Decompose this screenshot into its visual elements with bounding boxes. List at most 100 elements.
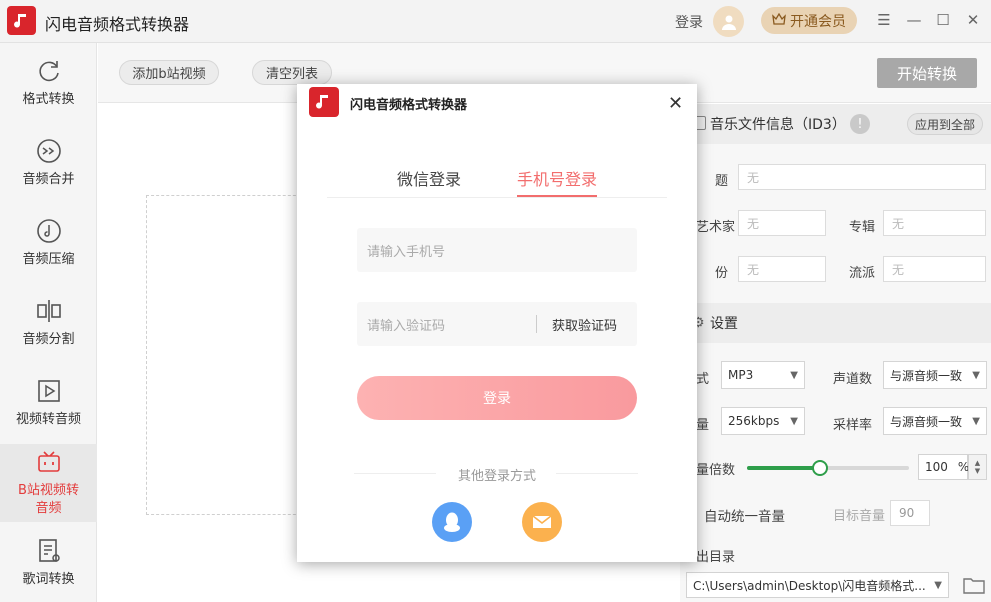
music-disc-icon <box>36 219 61 243</box>
year-field[interactable]: 无 <box>738 256 826 282</box>
menu-icon[interactable]: ☰ <box>875 11 893 29</box>
login-button[interactable]: 登录 <box>357 376 637 420</box>
album-field[interactable]: 无 <box>883 210 986 236</box>
volume-label: 量倍数 <box>696 463 736 478</box>
normalize-volume-label[interactable]: 自动统一音量 <box>704 505 785 525</box>
album-label: 专辑 <box>849 220 876 235</box>
bitrate-value: 256kbps <box>728 414 780 428</box>
vip-button[interactable]: 开通会员 <box>761 7 857 34</box>
other-login-label: 其他登录方式 <box>457 469 536 484</box>
sidebar-item-label: 音频压缩 <box>22 252 75 267</box>
sidebar-item-label: 音频合并 <box>22 172 75 187</box>
output-path-select[interactable]: C:\Users\admin\Desktop\闪电音频格式... ▼ <box>686 572 949 598</box>
maximize-icon[interactable]: ☐ <box>934 11 952 29</box>
merge-icon <box>36 139 61 163</box>
video-play-icon <box>37 380 60 402</box>
stepper-down-icon[interactable]: ▼ <box>975 467 980 475</box>
start-convert-button[interactable]: 开始转换 <box>877 58 977 88</box>
login-link[interactable]: 登录 <box>675 12 703 32</box>
channels-value: 与源音频一致 <box>890 368 963 383</box>
code-placeholder: 请输入验证码 <box>367 318 446 334</box>
format-label: 式 <box>696 372 710 387</box>
mail-login-button[interactable] <box>522 502 562 542</box>
app-title: 闪电音频格式转换器 <box>45 15 190 34</box>
code-input[interactable]: 请输入验证码 获取验证码 <box>357 302 637 346</box>
sidebar-item-label-line: B站视频转 <box>18 483 79 498</box>
dialog-app-logo-icon <box>309 87 339 117</box>
format-value: MP3 <box>728 368 754 382</box>
samplerate-label: 采样率 <box>833 418 873 433</box>
volume-input[interactable]: 100 % <box>918 454 969 480</box>
close-icon[interactable]: ✕ <box>668 93 683 114</box>
tab-divider <box>327 197 667 198</box>
chevron-down-icon: ▼ <box>934 579 942 591</box>
artist-label: 艺术家 <box>696 220 736 235</box>
stepper-up-icon[interactable]: ▲ <box>975 459 980 467</box>
divider <box>556 473 638 474</box>
settings-section-header: ⚙ 设置 <box>680 303 991 343</box>
target-volume-field[interactable]: 90 <box>890 500 930 526</box>
chevron-down-icon: ▼ <box>972 369 980 381</box>
apply-all-button[interactable]: 应用到全部 <box>907 113 983 135</box>
sidebar-item-lyrics-convert[interactable]: 歌词转换 <box>0 524 97 602</box>
volume-slider-fill <box>747 466 820 470</box>
avatar[interactable] <box>713 6 744 37</box>
sidebar: 格式转换 音频合并 音频压缩 音频分割 视频转音频 B站视频转音频 歌词转换 <box>0 43 97 602</box>
clear-list-button[interactable]: 清空列表 <box>252 60 332 85</box>
minimize-icon[interactable]: — <box>905 11 923 29</box>
phone-input[interactable]: 请输入手机号 <box>357 228 637 272</box>
volume-slider[interactable] <box>747 460 909 476</box>
qq-login-button[interactable] <box>432 502 472 542</box>
title-bar: 闪电音频格式转换器 登录 开通会员 ☰ — ☐ ✕ <box>0 0 991 43</box>
target-volume-label: 目标音量 <box>833 509 886 524</box>
genre-field[interactable]: 无 <box>883 256 986 282</box>
login-dialog: 闪电音频格式转换器 ✕ 微信登录 手机号登录 请输入手机号 请输入验证码 获取验… <box>297 84 697 562</box>
sidebar-item-label: 音频分割 <box>22 332 75 347</box>
active-tab-indicator <box>517 195 597 197</box>
channels-select[interactable]: 与源音频一致 ▼ <box>883 361 987 389</box>
crown-icon <box>772 12 786 29</box>
get-code-button[interactable]: 获取验证码 <box>552 315 617 334</box>
file-drop-zone[interactable] <box>146 195 306 515</box>
sidebar-item-bilibili-to-audio[interactable]: B站视频转音频 <box>0 444 97 522</box>
close-window-icon[interactable]: ✕ <box>964 11 982 29</box>
volume-slider-handle[interactable] <box>811 460 828 476</box>
sidebar-item-label: B站视频转音频 <box>18 482 79 518</box>
add-bilibili-video-button[interactable]: 添加b站视频 <box>119 60 219 85</box>
id3-section-header: 音乐文件信息（ID3） ! 应用到全部 <box>680 104 991 144</box>
sidebar-item-label: 格式转换 <box>22 92 75 107</box>
bitrate-select[interactable]: 256kbps ▼ <box>721 407 805 435</box>
split-icon <box>36 300 61 322</box>
sidebar-item-video-to-audio[interactable]: 视频转音频 <box>0 364 97 442</box>
sidebar-item-audio-split[interactable]: 音频分割 <box>0 284 97 362</box>
chevron-down-icon: ▼ <box>790 415 798 427</box>
artist-field[interactable]: 无 <box>738 210 826 236</box>
settings-panel: 音乐文件信息（ID3） ! 应用到全部 题 无 艺术家 无 专辑 无 份 无 流… <box>680 104 991 602</box>
chevron-down-icon: ▼ <box>972 415 980 427</box>
info-icon[interactable]: ! <box>850 114 870 134</box>
volume-value: 100 <box>925 460 948 474</box>
title-label: 题 <box>715 174 729 189</box>
sidebar-item-label-line: 音频 <box>35 501 62 516</box>
output-path-value: C:\Users\admin\Desktop\闪电音频格式... <box>693 578 926 593</box>
sidebar-item-label: 视频转音频 <box>15 412 81 427</box>
vip-label: 开通会员 <box>790 13 846 30</box>
sidebar-item-format-convert[interactable]: 格式转换 <box>0 44 97 122</box>
output-dir-label: 出目录 <box>696 550 736 565</box>
sidebar-item-audio-merge[interactable]: 音频合并 <box>0 124 97 202</box>
app-logo-icon <box>7 6 36 35</box>
volume-stepper[interactable]: ▲ ▼ <box>968 454 987 480</box>
samplerate-select[interactable]: 与源音频一致 ▼ <box>883 407 987 435</box>
bitrate-label: 量 <box>696 418 710 433</box>
sidebar-item-audio-compress[interactable]: 音频压缩 <box>0 204 97 282</box>
title-field[interactable]: 无 <box>738 164 986 190</box>
tab-phone-login[interactable]: 手机号登录 <box>517 166 597 190</box>
format-select[interactable]: MP3 ▼ <box>721 361 805 389</box>
tab-wechat-login[interactable]: 微信登录 <box>397 166 461 190</box>
folder-icon[interactable] <box>963 576 985 598</box>
settings-header-title: 设置 <box>710 316 738 332</box>
samplerate-value: 与源音频一致 <box>890 414 963 429</box>
sidebar-item-label: 歌词转换 <box>22 572 75 587</box>
id3-header-title: 音乐文件信息（ID3） <box>710 117 846 133</box>
mail-icon <box>532 515 552 528</box>
